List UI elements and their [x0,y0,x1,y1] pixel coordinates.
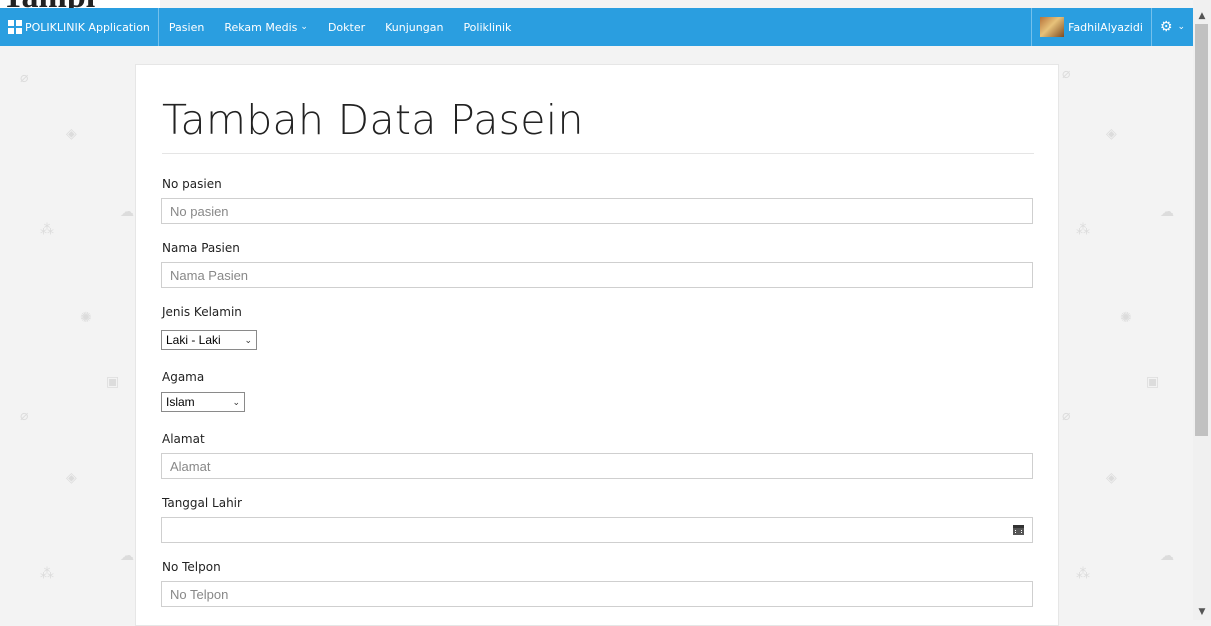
page-title: Tambah Data Pasein [162,96,584,144]
apps-grid-icon [8,20,22,34]
chevron-down-icon: ⌄ [300,22,308,32]
nav-item-rekam-medis[interactable]: Rekam Medis ⌄ [214,8,318,46]
background-pattern-icon: ◈ [66,470,77,486]
background-pattern-icon: ⌀ [1062,66,1071,82]
background-pattern-icon: ⌀ [1062,408,1071,424]
nav-item-kunjungan[interactable]: Kunjungan [375,8,453,46]
nav-label: Dokter [327,20,366,34]
background-pattern-icon: ☁ [1160,548,1174,564]
background-pattern-icon: ☁ [1160,204,1174,220]
scroll-down-arrow-icon[interactable]: ▼ [1193,604,1211,620]
chevron-down-icon: ⌄ [244,334,252,345]
calendar-icon[interactable] [1013,525,1024,535]
nama-pasien-input[interactable] [161,262,1033,288]
no-pasien-input[interactable] [161,198,1033,224]
chevron-down-icon: ⌄ [1177,22,1185,32]
alamat-input[interactable] [161,453,1033,479]
form-card: Tambah Data Pasein No pasien Nama Pasien… [135,64,1059,626]
nav-item-pasien[interactable]: Pasien [159,8,214,46]
scroll-up-arrow-icon[interactable]: ▲ [1193,8,1211,24]
brand-label: POLIKLINIK Application [25,20,150,34]
background-pattern-icon: ▣ [106,374,120,390]
background-pattern-icon: ✺ [1120,310,1132,326]
no-telpon-input[interactable] [161,581,1033,607]
background-pattern-icon: ◈ [66,126,77,142]
top-navbar: POLIKLINIK Application Pasien Rekam Medi… [0,8,1193,46]
chevron-down-icon: ⌄ [232,396,240,407]
scroll-thumb[interactable] [1195,24,1208,436]
no-telpon-label: No Telpon [162,560,221,574]
agama-label: Agama [162,370,205,384]
background-pattern-icon: ⌀ [20,408,29,424]
agama-select[interactable]: Islam ⌄ [161,392,245,412]
settings-menu[interactable]: ⚙ ⌄ [1152,8,1193,46]
gear-icon: ⚙ [1159,19,1173,35]
nav-item-dokter[interactable]: Dokter [318,8,375,46]
agama-value: Islam [166,395,195,409]
background-pattern-icon: ⁂ [40,222,54,238]
tanggal-lahir-input[interactable] [161,517,1033,543]
jenis-kelamin-label: Jenis Kelamin [162,305,242,319]
nama-pasien-label: Nama Pasien [162,241,240,255]
avatar [1040,17,1065,37]
user-name: FadhilAlyazidi [1068,20,1143,34]
tanggal-lahir-label: Tanggal Lahir [162,496,242,510]
title-divider [162,153,1034,154]
background-pattern-icon: ⁂ [40,566,54,582]
nav-label: Poliklinik [463,20,512,34]
page-top-title-clipped: Tampi [0,0,160,8]
background-pattern-icon: ⁂ [1076,566,1090,582]
no-pasien-label: No pasien [162,177,222,191]
user-menu[interactable]: FadhilAlyazidi [1031,8,1152,46]
nav-label: Kunjungan [385,20,444,34]
jenis-kelamin-value: Laki - Laki [166,333,221,347]
vertical-scrollbar[interactable]: ▲ ▼ [1193,0,1211,620]
nav-label: Rekam Medis [224,20,298,34]
background-pattern-icon: ◈ [1106,470,1117,486]
brand-link[interactable]: POLIKLINIK Application [0,8,159,46]
jenis-kelamin-select[interactable]: Laki - Laki ⌄ [161,330,257,350]
nav-label: Pasien [168,20,205,34]
nav-item-poliklinik[interactable]: Poliklinik [453,8,521,46]
background-pattern-icon: ⌀ [20,70,29,86]
background-pattern-icon: ✺ [80,310,92,326]
background-pattern-icon: ☁ [120,204,134,220]
background-pattern-icon: ▣ [1146,374,1160,390]
background-pattern-icon: ☁ [120,548,134,564]
alamat-label: Alamat [162,432,205,446]
background-pattern-icon: ⁂ [1076,222,1090,238]
background-pattern-icon: ◈ [1106,126,1117,142]
